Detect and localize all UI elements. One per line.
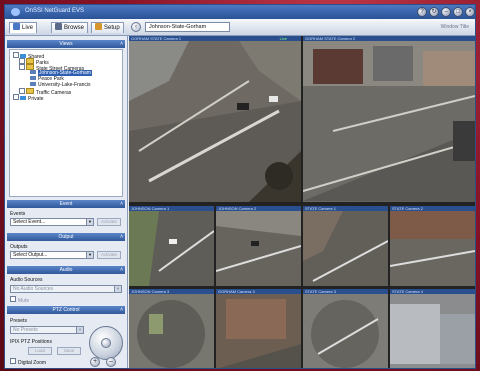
wrench-icon bbox=[95, 23, 102, 30]
event-activate-button[interactable]: Activate bbox=[97, 218, 121, 226]
chevron-down-icon: ▼ bbox=[86, 252, 93, 258]
mute-label: Mute bbox=[18, 298, 30, 304]
app-title: OnSSI NetGuard EVS bbox=[25, 8, 85, 14]
refresh-icon[interactable]: ↻ bbox=[429, 7, 439, 17]
audio-select-value: No Audio Sources bbox=[13, 286, 54, 292]
camera-feed-image bbox=[129, 41, 301, 202]
camera-view[interactable]: JOHNSON Camera 1 bbox=[129, 206, 214, 286]
chevron-down-icon: ▼ bbox=[114, 286, 121, 292]
main-toolbar: Live Browse Setup ‹ Johnson-State-Gorham… bbox=[5, 19, 475, 36]
tab-browse-label: Browse bbox=[64, 25, 85, 31]
output-panel-header[interactable]: Output ˄ bbox=[7, 233, 125, 241]
views-panel-title: Views bbox=[59, 41, 73, 47]
tab-live[interactable]: Live bbox=[9, 22, 38, 33]
app-logo-icon bbox=[11, 8, 20, 16]
audio-select[interactable]: No Audio Sources ▼ bbox=[10, 285, 122, 293]
view-icon bbox=[30, 82, 36, 86]
camera-view[interactable]: GORHAM STATE Camera 1 Live bbox=[129, 36, 301, 202]
camera-view[interactable]: JOHNSON Camera 3 bbox=[129, 289, 214, 368]
tab-setup-label: Setup bbox=[104, 25, 120, 31]
mute-checkbox[interactable]: Mute bbox=[10, 296, 29, 304]
view-icon bbox=[30, 70, 36, 74]
collapse-icon[interactable]: ˄ bbox=[120, 40, 123, 48]
window-title-label: Window Title bbox=[440, 24, 469, 30]
event-select[interactable]: Select Event... ▼ bbox=[10, 218, 94, 226]
event-select-value: Select Event... bbox=[13, 219, 46, 225]
outputs-label: Outputs bbox=[10, 244, 28, 250]
save-button[interactable]: Save bbox=[57, 347, 81, 355]
audio-panel-title: Audio bbox=[59, 267, 73, 273]
camera-feed-image bbox=[303, 211, 388, 286]
collapse-icon[interactable]: ˄ bbox=[120, 306, 123, 314]
camera-feed-image bbox=[303, 41, 475, 202]
output-select-value: Select Output... bbox=[13, 252, 48, 258]
camera-grid: GORHAM STATE Camera 1 Live GORHAM STATE C… bbox=[129, 36, 475, 368]
tree-node-private[interactable]: Private bbox=[13, 94, 44, 102]
camera-feed-image bbox=[390, 211, 475, 286]
event-panel-header[interactable]: Event ˄ bbox=[7, 200, 125, 208]
views-tree: Shared Parks State Street Cameras Johnso… bbox=[9, 49, 123, 197]
camera-feed-image bbox=[129, 211, 214, 286]
film-icon bbox=[55, 23, 62, 30]
camera-view[interactable]: STATE Camera 4 bbox=[390, 289, 475, 368]
view-selector[interactable]: Johnson-State-Gorham bbox=[145, 22, 230, 32]
audio-panel-header[interactable]: Audio ˄ bbox=[7, 266, 125, 274]
view-icon bbox=[30, 76, 36, 80]
app-window: OnSSI NetGuard EVS ? ↻ – □ × Live Browse… bbox=[4, 4, 476, 369]
camera-feed-image bbox=[216, 211, 301, 286]
chevron-down-icon: ▼ bbox=[86, 219, 93, 225]
digital-zoom-checkbox[interactable]: Digital Zoom bbox=[10, 358, 46, 366]
camera-view[interactable]: GORHAM STATE Camera 2 bbox=[303, 36, 475, 202]
maximize-button[interactable]: □ bbox=[453, 7, 463, 17]
checkbox-icon bbox=[10, 358, 16, 364]
collapse-icon[interactable]: ˄ bbox=[120, 200, 123, 208]
audio-sources-label: Audio Sources bbox=[10, 277, 43, 283]
camera-view[interactable]: STATE Camera 2 bbox=[390, 206, 475, 286]
monitor-icon bbox=[13, 23, 20, 30]
presets-label: Presets bbox=[10, 318, 27, 324]
event-panel-title: Event bbox=[59, 201, 73, 207]
output-select[interactable]: Select Output... ▼ bbox=[10, 251, 94, 259]
zoom-in-button[interactable]: + bbox=[90, 357, 100, 367]
presets-select-value: No Presets bbox=[13, 327, 38, 333]
events-label: Events bbox=[10, 211, 26, 217]
tab-setup[interactable]: Setup bbox=[91, 22, 124, 33]
ptz-panel-title: PTZ Control bbox=[52, 307, 80, 313]
private-icon bbox=[20, 96, 26, 100]
views-panel-header[interactable]: Views ˄ bbox=[7, 40, 125, 48]
tab-live-label: Live bbox=[22, 25, 34, 31]
ptz-center-button[interactable] bbox=[101, 338, 111, 348]
minimize-button[interactable]: – bbox=[441, 7, 451, 17]
ptz-joystick[interactable] bbox=[89, 326, 123, 360]
output-activate-button[interactable]: Activate bbox=[97, 251, 121, 259]
camera-feed-image bbox=[129, 294, 214, 368]
ptz-panel-header[interactable]: PTZ Control ˄ bbox=[7, 306, 125, 314]
chevron-down-icon: ▼ bbox=[76, 327, 83, 333]
zoom-out-button[interactable]: – bbox=[106, 357, 116, 367]
close-button[interactable]: × bbox=[465, 7, 475, 17]
ipix-positions-label: IPIX PTZ Positions bbox=[10, 339, 52, 345]
digital-zoom-label: Digital Zoom bbox=[18, 360, 47, 366]
load-button[interactable]: Load bbox=[28, 347, 52, 355]
collapse-icon[interactable]: ˄ bbox=[120, 233, 123, 241]
camera-feed-image bbox=[303, 294, 388, 368]
presets-select[interactable]: No Presets ▼ bbox=[10, 326, 84, 334]
camera-view[interactable]: GORHAM Camera 3 bbox=[216, 289, 301, 368]
title-bar: OnSSI NetGuard EVS ? ↻ – □ × bbox=[5, 5, 475, 19]
back-button[interactable]: ‹ bbox=[131, 22, 141, 32]
output-panel-title: Output bbox=[58, 234, 74, 240]
camera-feed-image bbox=[216, 294, 301, 368]
checkbox-icon bbox=[10, 296, 16, 302]
help-icon[interactable]: ? bbox=[417, 7, 427, 17]
camera-view[interactable]: JOHNSON Camera 2 bbox=[216, 206, 301, 286]
camera-feed-image bbox=[390, 294, 475, 368]
camera-view[interactable]: STATE Camera 3 bbox=[303, 289, 388, 368]
tab-browse[interactable]: Browse bbox=[51, 22, 89, 33]
camera-view[interactable]: STATE Camera 1 bbox=[303, 206, 388, 286]
collapse-icon[interactable]: ˄ bbox=[120, 266, 123, 274]
tree-label: Private bbox=[28, 96, 44, 102]
